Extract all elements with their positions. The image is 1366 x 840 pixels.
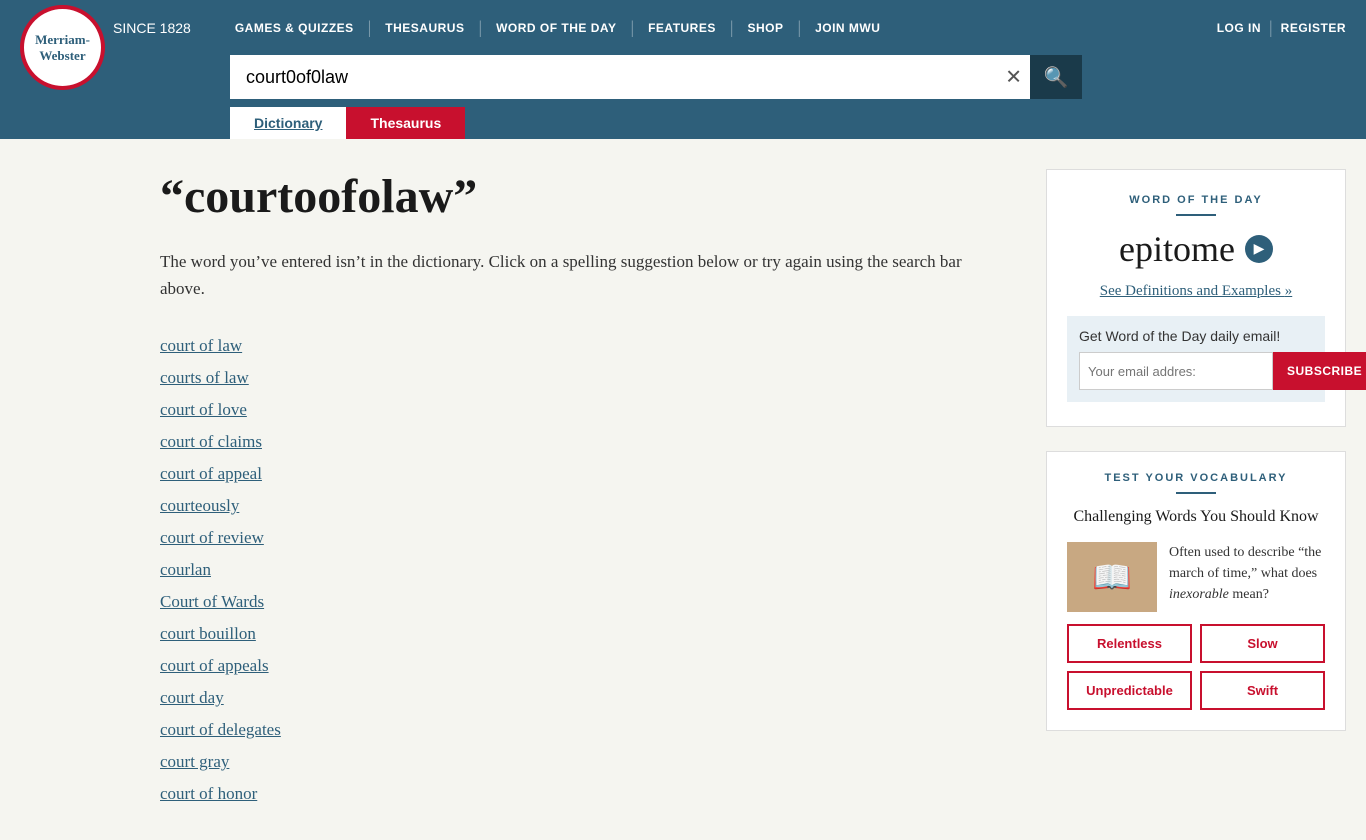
list-item: court gray — [160, 746, 1006, 778]
list-item: court of delegates — [160, 714, 1006, 746]
search-icon: 🔍 — [1044, 65, 1069, 90]
suggestion-link[interactable]: Court of Wards — [160, 592, 264, 611]
nav-right: LOG IN | REGISTER — [1217, 17, 1346, 38]
list-item: Court of Wards — [160, 586, 1006, 618]
vocab-description: Often used to describe “the march of tim… — [1169, 542, 1325, 605]
search-submit-button[interactable]: 🔍 — [1030, 55, 1082, 99]
vocab-image: 📖 — [1067, 542, 1157, 612]
page-title: “courtoofolaw” — [160, 169, 1006, 224]
logo[interactable]: Merriam-Webster SINCE 1828 — [20, 0, 191, 70]
suggestion-link[interactable]: court of appeals — [160, 656, 269, 675]
sidebar: WORD OF THE DAY epitome ▶ See Definition… — [1046, 169, 1346, 810]
search-clear-button[interactable]: ✕ — [1005, 65, 1022, 90]
list-item: court of law — [160, 330, 1006, 362]
email-row: SUBSCRIBE — [1079, 352, 1313, 390]
nav-word-of-day[interactable]: WORD OF THE DAY — [482, 21, 630, 35]
suggestion-link[interactable]: court of law — [160, 336, 242, 355]
since-text: SINCE 1828 — [113, 20, 191, 36]
search-input[interactable] — [230, 55, 1030, 99]
main-content: “courtoofolaw” The word you’ve entered i… — [160, 169, 1046, 810]
list-item: court of appeal — [160, 458, 1006, 490]
list-item: court of review — [160, 522, 1006, 554]
suggestion-link[interactable]: court bouillon — [160, 624, 256, 643]
suggestion-link[interactable]: court of honor — [160, 784, 257, 803]
logo-text: Merriam-Webster — [35, 32, 90, 63]
suggestion-list: court of law courts of law court of love co… — [160, 330, 1006, 810]
vocab-desc-suffix: mean? — [1229, 587, 1269, 602]
suggestion-link[interactable]: court of review — [160, 528, 264, 547]
email-input[interactable] — [1079, 352, 1273, 390]
tab-thesaurus[interactable]: Thesaurus — [346, 107, 465, 139]
search-row: ✕ 🔍 — [0, 55, 1366, 107]
wotd-label: WORD OF THE DAY — [1067, 194, 1325, 206]
list-item: court day — [160, 682, 1006, 714]
vocab-box: TEST YOUR VOCABULARY Challenging Words Y… — [1046, 451, 1346, 731]
nav-join[interactable]: JOIN MWU — [801, 21, 894, 35]
nav-register[interactable]: REGISTER — [1281, 21, 1346, 35]
list-item: courlan — [160, 554, 1006, 586]
subscribe-button[interactable]: SUBSCRIBE — [1273, 352, 1366, 390]
list-item: court of honor — [160, 778, 1006, 810]
audio-button[interactable]: ▶ — [1245, 235, 1273, 263]
list-item: courteously — [160, 490, 1006, 522]
vocab-divider — [1176, 492, 1216, 494]
vocab-label: TEST YOUR VOCABULARY — [1067, 472, 1325, 484]
wotd-divider — [1176, 214, 1216, 216]
vocab-desc-word: inexorable — [1169, 587, 1229, 602]
nav-thesaurus[interactable]: THESAURUS — [371, 21, 478, 35]
suggestion-link[interactable]: courts of law — [160, 368, 249, 387]
wotd-word: epitome ▶ — [1067, 228, 1325, 270]
suggestion-link[interactable]: court of claims — [160, 432, 262, 451]
suggestion-link[interactable]: court day — [160, 688, 224, 707]
list-item: courts of law — [160, 362, 1006, 394]
main-nav: GAMES & QUIZZES | THESAURUS | WORD OF TH… — [221, 17, 1217, 38]
wotd-see-suffix: » — [1285, 283, 1293, 299]
list-item: court of claims — [160, 426, 1006, 458]
nav-login[interactable]: LOG IN — [1217, 21, 1261, 35]
wotd-see-link-text: See Definitions and Examples — [1100, 283, 1281, 299]
list-item: court of love — [160, 394, 1006, 426]
vocab-title: Challenging Words You Should Know — [1067, 508, 1325, 526]
suggestion-link[interactable]: courlan — [160, 560, 211, 579]
logo-circle: Merriam-Webster — [20, 5, 105, 90]
wotd-box: WORD OF THE DAY epitome ▶ See Definition… — [1046, 169, 1346, 427]
nav-shop[interactable]: SHOP — [733, 21, 797, 35]
search-wrap: ✕ — [230, 55, 1030, 99]
wotd-see-link[interactable]: See Definitions and Examples » — [1100, 283, 1292, 299]
tab-dictionary[interactable]: Dictionary — [230, 107, 346, 139]
suggestion-link[interactable]: court gray — [160, 752, 229, 771]
vocab-choice-button[interactable]: Slow — [1200, 624, 1325, 663]
vocab-choice-button[interactable]: Unpredictable — [1067, 671, 1192, 710]
not-found-message: The word you’ve entered isn’t in the dic… — [160, 248, 1006, 302]
wotd-email-label: Get Word of the Day daily email! — [1079, 328, 1313, 344]
nav-games[interactable]: GAMES & QUIZZES — [221, 21, 368, 35]
wotd-email-section: Get Word of the Day daily email! SUBSCRI… — [1067, 316, 1325, 402]
suggestion-link[interactable]: court of appeal — [160, 464, 262, 483]
vocab-choices: RelentlessSlowUnpredictableSwift — [1067, 624, 1325, 710]
suggestion-link[interactable]: court of delegates — [160, 720, 281, 739]
suggestion-link[interactable]: courteously — [160, 496, 239, 515]
nav-features[interactable]: FEATURES — [634, 21, 730, 35]
list-item: court of appeals — [160, 650, 1006, 682]
nav-divider-right: | — [1269, 17, 1273, 38]
vocab-choice-button[interactable]: Swift — [1200, 671, 1325, 710]
vocab-img-row: 📖 Often used to describe “the march of t… — [1067, 542, 1325, 612]
content-wrap: “courtoofolaw” The word you’ve entered i… — [0, 139, 1366, 840]
suggestion-link[interactable]: court of love — [160, 400, 247, 419]
vocab-desc-prefix: Often used to describe “the march of tim… — [1169, 545, 1321, 581]
wotd-word-text: epitome — [1119, 228, 1235, 270]
vocab-choice-button[interactable]: Relentless — [1067, 624, 1192, 663]
list-item: court bouillon — [160, 618, 1006, 650]
tabs-row: Dictionary Thesaurus — [0, 107, 1366, 139]
